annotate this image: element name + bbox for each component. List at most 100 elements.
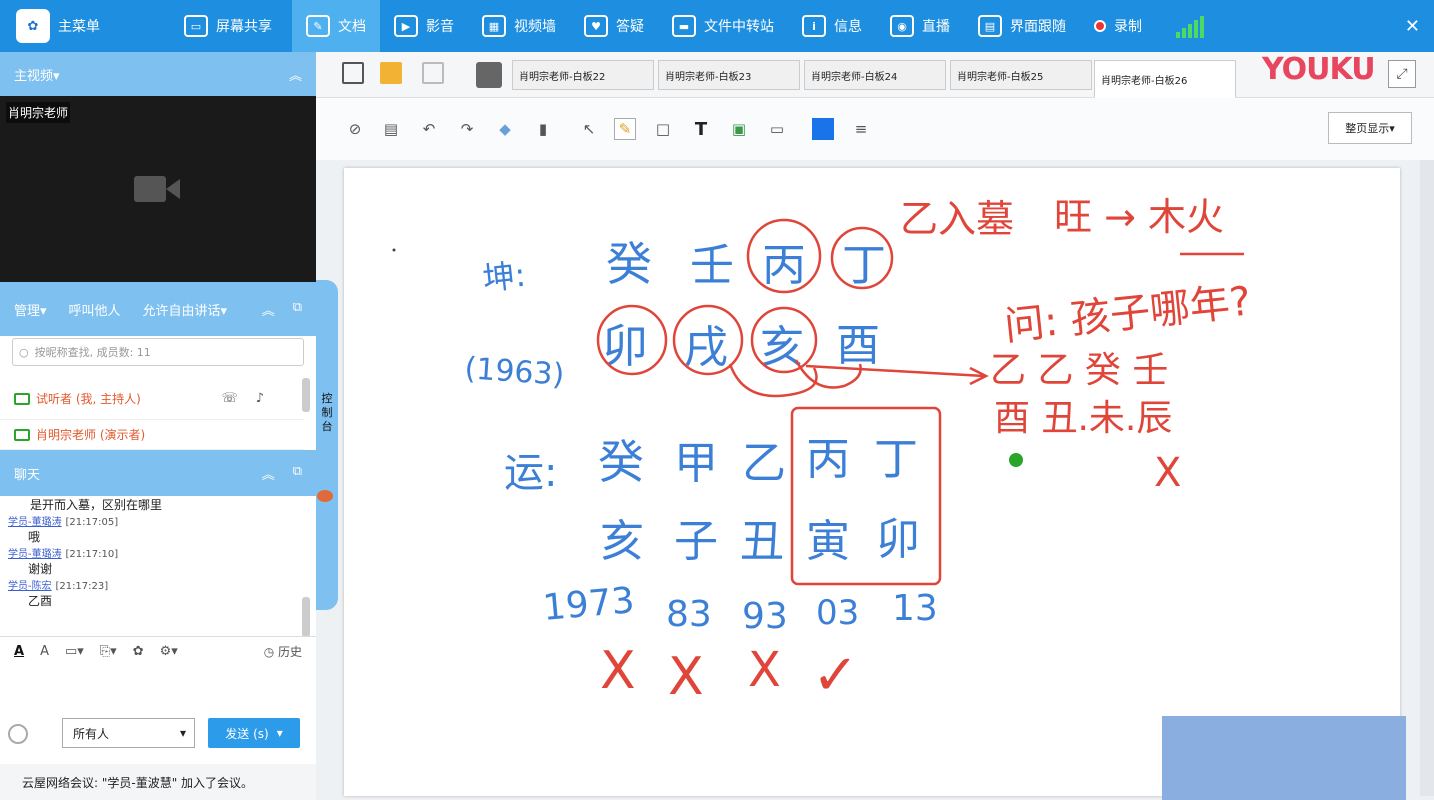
page-icon[interactable]: ▤ (380, 118, 402, 140)
color-swatch-icon[interactable] (812, 118, 834, 140)
delete-icon[interactable]: ▮ (532, 118, 554, 140)
member-list-scrollbar[interactable] (302, 378, 310, 412)
member-search-input[interactable]: ○ 按昵称查找, 成员数: 11 (12, 338, 304, 366)
qa-label: 答疑 (616, 19, 644, 35)
close-icon[interactable]: ✕ (1405, 16, 1420, 37)
result-mark: ✓ (812, 643, 859, 708)
chat-message-meta: 学员-陈宏 [21:17:23] (8, 577, 306, 592)
label-year: (1963) (463, 351, 565, 393)
chat-scrollbar[interactable] (302, 597, 310, 637)
file-transfer-button[interactable]: ▬ 文件中转站 (658, 0, 788, 52)
pen-icon[interactable]: ✎ (614, 118, 636, 140)
layout-follow-icon: ▤ (978, 15, 1002, 37)
fullscreen-icon[interactable]: ⤢ (1388, 60, 1416, 88)
font-size-icon[interactable]: A (40, 644, 49, 659)
board-scrollbar[interactable] (1420, 160, 1434, 796)
file-send-icon[interactable]: ⎘▾ (100, 644, 117, 659)
new-board-icon[interactable] (342, 62, 364, 84)
chat-message-text: 是开而入墓，区别在哪里 (30, 498, 163, 512)
history-button[interactable]: ◷ 历史 (264, 643, 302, 660)
screen-capture-icon[interactable]: ▭ (766, 118, 788, 140)
video-wall-button[interactable]: ▦ 视频墙 (468, 0, 570, 52)
page-view-select[interactable]: 整页显示▾ (1328, 112, 1412, 144)
chat-user-link[interactable]: 学员-董璐涛 (8, 517, 62, 528)
luck-branch: 卯 (876, 514, 920, 565)
meeting-app: ✿ 主菜单 ▭ 屏幕共享 ✎ 文档 ▶ 影音 ▦ 视频墙 ♥ 答疑 ▬ 文件中转… (0, 0, 1434, 800)
record-button[interactable]: 录制 (1080, 0, 1156, 52)
control-panel-toggle[interactable]: 控制台 (316, 280, 338, 610)
clear-icon[interactable]: ⊘ (344, 118, 366, 140)
layout-follow-button[interactable]: ▤ 界面跟随 (964, 0, 1080, 52)
whiteboard-canvas[interactable]: 坤: (1963) 癸 壬 丙 丁 卯 戌 亥 酉 运: 癸 甲 乙 丙 丁 亥… (344, 168, 1400, 796)
document-label: 文档 (338, 19, 366, 35)
chat-message-text: 谢谢 (28, 562, 53, 576)
luck-year: 13 (892, 588, 938, 629)
manage-menu[interactable]: 管理▾ (14, 300, 47, 319)
collapse-icon[interactable]: ︽ (262, 300, 275, 319)
luck-year: 83 (666, 594, 712, 635)
arrow-line (805, 364, 985, 378)
redo-icon[interactable]: ↷ (456, 118, 478, 140)
tab-board-25[interactable]: 肖明宗老师-白板25 (950, 60, 1092, 90)
qa-button[interactable]: ♥ 答疑 (570, 0, 658, 52)
answer-x-mark: X (1154, 450, 1181, 496)
main-menu-button[interactable]: ✿ 主菜单 (0, 0, 114, 52)
system-notice: 云屋网络会议: "学员-董波慧" 加入了会议。 (0, 764, 316, 800)
open-folder-icon[interactable] (380, 62, 402, 84)
document-tab-button[interactable]: ✎ 文档 (292, 0, 380, 52)
settings-icon[interactable]: ⚙▾ (160, 644, 178, 659)
screenshot-icon[interactable]: ▭▾ (65, 644, 84, 659)
record-icon (1094, 20, 1106, 32)
info-button[interactable]: i 信息 (788, 0, 876, 52)
member-row[interactable]: 试听者 (我, 主持人) ☏ ♪ (0, 378, 304, 420)
youku-watermark: YOUKU (1262, 52, 1376, 87)
font-color-icon[interactable]: A (14, 644, 24, 659)
image-icon[interactable]: ▣ (728, 118, 750, 140)
select-arrow-icon[interactable]: ↖ (578, 118, 600, 140)
result-mark: X (600, 641, 636, 701)
main-video-title: 主视频▾ (14, 68, 60, 84)
call-others-button[interactable]: 呼叫他人 (69, 300, 121, 319)
member-row[interactable]: 肖明宗老师 (演示者) (0, 420, 304, 450)
collapse-icon[interactable]: ︽ (289, 65, 302, 84)
chat-user-link[interactable]: 学员-董璐涛 (8, 549, 62, 560)
signal-strength-icon (1176, 14, 1204, 38)
collapse-icon[interactable]: ︽ (262, 464, 275, 483)
result-mark: X (748, 642, 781, 698)
text-tool-icon[interactable]: T (690, 118, 712, 140)
recipient-select[interactable]: 所有人 ▾ (62, 718, 195, 748)
tab-board-22[interactable]: 肖明宗老师-白板22 (512, 60, 654, 90)
flower-icon[interactable]: ✿ (133, 644, 144, 659)
grid-view-icon[interactable] (476, 62, 502, 88)
save-icon[interactable] (422, 62, 444, 84)
live-button[interactable]: ◉ 直播 (876, 0, 964, 52)
main-video-header[interactable]: 主视频▾ ︽ (0, 52, 316, 96)
screen-share-button[interactable]: ▭ 屏幕共享 (170, 0, 286, 52)
free-talk-toggle[interactable]: 允许自由讲话▾ (143, 300, 228, 319)
emoji-icon[interactable] (8, 724, 28, 744)
chat-time: [21:17:05] (65, 517, 119, 528)
luck-stem: 乙 (742, 438, 786, 489)
phone-icon[interactable]: ☏ (221, 391, 237, 406)
popout-icon[interactable]: ⧉ (293, 464, 302, 483)
media-label: 影音 (426, 19, 454, 35)
result-mark: X (668, 647, 704, 707)
rectangle-icon[interactable]: □ (652, 118, 674, 140)
tab-board-24[interactable]: 肖明宗老师-白板24 (804, 60, 946, 90)
mic-muted-icon[interactable]: ♪ (256, 391, 264, 406)
undo-icon[interactable]: ↶ (418, 118, 440, 140)
tab-board-23[interactable]: 肖明宗老师-白板23 (658, 60, 800, 90)
chevron-down-icon[interactable]: ▾ (277, 726, 283, 740)
line-width-icon[interactable]: ≡ (850, 118, 872, 140)
member-name: 试听者 (我, 主持人) (36, 392, 141, 406)
chat-user-link[interactable]: 学员-陈宏 (8, 581, 52, 592)
member-manage-bar: 管理▾ 呼叫他人 允许自由讲话▾ ︽ ⧉ (0, 282, 316, 336)
control-panel-label: 控制台 (321, 392, 333, 433)
eraser-icon[interactable]: ◆ (494, 118, 516, 140)
chat-time: [21:17:10] (65, 549, 119, 560)
media-button[interactable]: ▶ 影音 (380, 0, 468, 52)
tab-board-26[interactable]: 肖明宗老师-白板26 (1094, 60, 1236, 98)
send-button[interactable]: 发送 (s) ▾ (208, 718, 300, 748)
popout-icon[interactable]: ⧉ (293, 300, 302, 319)
layout-follow-label: 界面跟随 (1010, 19, 1066, 35)
